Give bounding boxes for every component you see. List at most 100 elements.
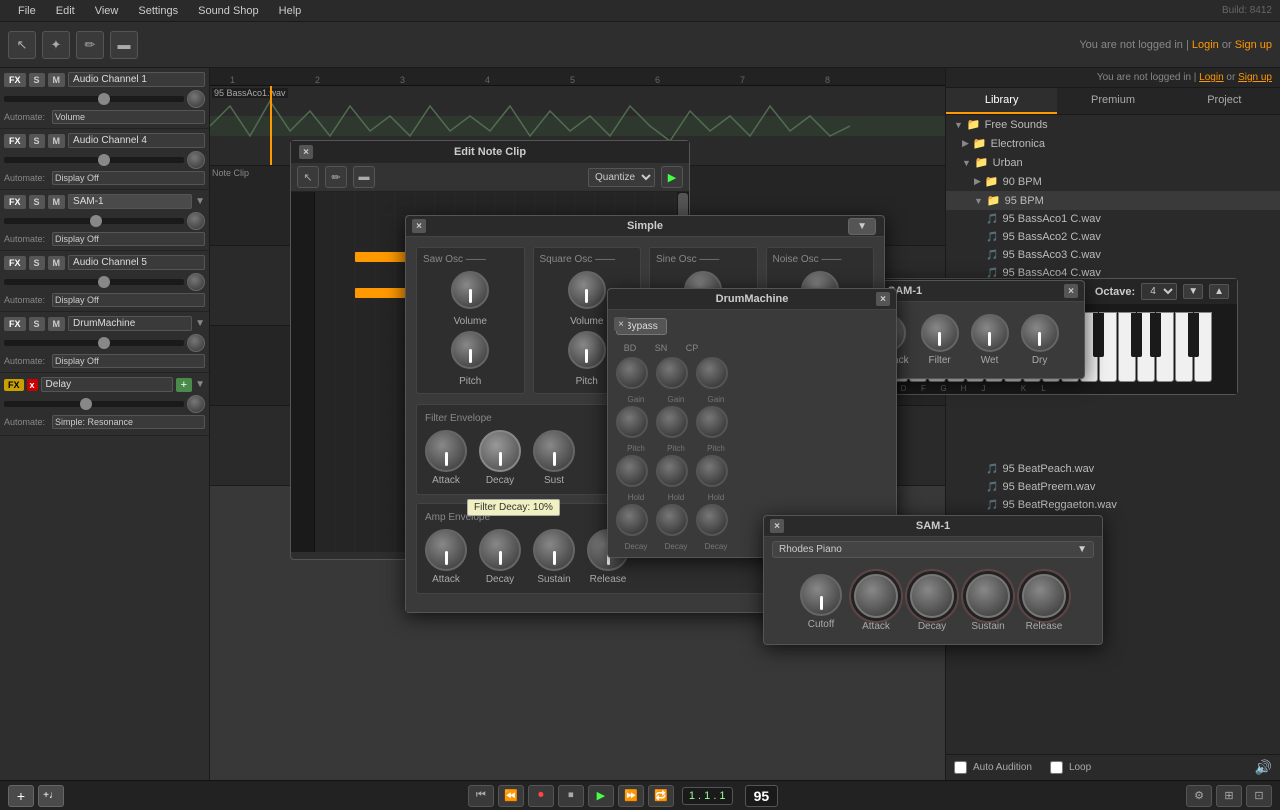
drum-fx-btn[interactable]: FX — [4, 317, 26, 331]
ch4-s-btn[interactable]: S — [29, 134, 45, 148]
transport-settings[interactable]: ⚙ — [1186, 785, 1212, 807]
simple-synth-close[interactable]: × — [412, 219, 426, 233]
ch4-m-btn[interactable]: M — [48, 134, 66, 148]
login-link-toolbar[interactable]: Login — [1192, 39, 1219, 51]
ch5-s-btn[interactable]: S — [29, 256, 45, 270]
note-tool-select[interactable]: ↖ — [297, 166, 319, 188]
sam1-fader[interactable] — [4, 218, 184, 224]
sam1-s-btn[interactable]: S — [29, 195, 45, 209]
dry-knob[interactable] — [1021, 314, 1059, 352]
octave-down-btn[interactable]: ▼ — [1183, 284, 1203, 299]
sam1-titlebar[interactable]: × SAM-1 — [764, 516, 1102, 537]
tree-file-1[interactable]: 🎵 95 BassAco1 C.wav — [946, 210, 1280, 228]
sam1-m-btn[interactable]: M — [48, 195, 66, 209]
delay-close[interactable]: × — [1064, 284, 1078, 298]
tree-beat-preem[interactable]: 🎵 95 BeatPreem.wav — [946, 478, 1280, 496]
sam1-close[interactable]: × — [770, 519, 784, 533]
menu-edit[interactable]: Edit — [46, 0, 85, 22]
ch5-fx-btn[interactable]: FX — [4, 256, 26, 270]
transport-rewind-start[interactable]: ⏮ — [468, 785, 494, 807]
menu-view[interactable]: View — [85, 0, 129, 22]
tab-library[interactable]: Library — [946, 88, 1057, 114]
transport-extra[interactable]: ⊡ — [1246, 785, 1272, 807]
tree-beat-reggaeton[interactable]: 🎵 95 BeatReggaeton.wav — [946, 496, 1280, 514]
note-play-btn[interactable]: ▶ — [661, 166, 683, 188]
simple-synth-titlebar[interactable]: × Simple ▼ — [406, 216, 884, 237]
tree-file-2[interactable]: 🎵 95 BassAco2 C.wav — [946, 228, 1280, 246]
ch5-name[interactable]: Audio Channel 5 — [68, 255, 205, 270]
amp-sustain-knob[interactable] — [533, 529, 575, 571]
ch4-name[interactable]: Audio Channel 4 — [68, 133, 205, 148]
ch5-m-btn[interactable]: M — [48, 256, 66, 270]
menu-help[interactable]: Help — [269, 0, 312, 22]
note-edit-titlebar[interactable]: × Edit Note Clip — [291, 141, 689, 163]
ch1-fader[interactable] — [4, 96, 184, 102]
tree-free-sounds[interactable]: ▼ 📁 Free Sounds — [946, 115, 1280, 134]
drum-sn-gain[interactable] — [656, 357, 688, 389]
fx-x-btn[interactable]: x — [27, 379, 38, 391]
sam1-vol-knob[interactable] — [187, 212, 205, 230]
library-login-link[interactable]: Login — [1199, 72, 1223, 83]
key-cs3[interactable] — [1131, 313, 1142, 357]
tree-95bpm[interactable]: ▼ 📁 95 BPM — [946, 191, 1280, 210]
menu-soundshop[interactable]: Sound Shop — [188, 0, 269, 22]
tool-bar-chart[interactable]: ▬ — [110, 31, 138, 59]
drum-s-btn[interactable]: S — [29, 317, 45, 331]
fx-arrow[interactable]: ▼ — [195, 379, 205, 390]
note-tool-pencil[interactable]: ✏ — [325, 166, 347, 188]
tree-electronica[interactable]: ▶ 📁 Electronica — [946, 134, 1280, 153]
menu-file[interactable]: File — [8, 0, 46, 22]
signup-link-toolbar[interactable]: Sign up — [1235, 39, 1272, 51]
ch5-fader[interactable] — [4, 279, 184, 285]
key-ds3[interactable] — [1150, 313, 1161, 357]
filter-knob-delay[interactable] — [921, 314, 959, 352]
transport-record[interactable]: ⏺ — [528, 785, 554, 807]
ch4-vol-knob[interactable] — [187, 151, 205, 169]
sam1-fx-btn[interactable]: FX — [4, 195, 26, 209]
drum-inner-close[interactable]: × — [614, 317, 628, 331]
tree-file-3[interactable]: 🎵 95 BassAco3 C.wav — [946, 246, 1280, 264]
fx-delay-name[interactable]: Delay — [41, 377, 173, 392]
tab-premium[interactable]: Premium — [1057, 88, 1168, 114]
amp-decay-knob[interactable] — [479, 529, 521, 571]
drum-sn-decay[interactable] — [656, 504, 688, 536]
fx-yellow-btn[interactable]: FX — [4, 379, 24, 391]
ch1-vol-knob[interactable] — [187, 90, 205, 108]
note-tool-bar[interactable]: ▬ — [353, 166, 375, 188]
drum-bd-hold[interactable] — [616, 455, 648, 487]
amp-attack-knob[interactable] — [425, 529, 467, 571]
transport-loop[interactable]: 🔁 — [648, 785, 674, 807]
drum-bd-gain[interactable] — [616, 357, 648, 389]
fx-add-btn[interactable]: + — [176, 378, 192, 392]
tree-beat-peach[interactable]: 🎵 95 BeatPeach.wav — [946, 460, 1280, 478]
octave-select[interactable]: 435 — [1141, 283, 1177, 300]
key-fs3[interactable] — [1188, 313, 1199, 357]
ch1-fx-btn[interactable]: FX — [4, 73, 26, 87]
quantize-select[interactable]: Quantize — [588, 168, 655, 187]
tool-pencil[interactable]: ✏ — [76, 31, 104, 59]
ch4-fader[interactable] — [4, 157, 184, 163]
square-vol-knob[interactable] — [568, 271, 606, 309]
loop-checkbox[interactable] — [1050, 761, 1063, 774]
ch5-vol-knob[interactable] — [187, 273, 205, 291]
sam1-decay-knob[interactable] — [910, 574, 954, 618]
drum-close[interactable]: × — [876, 292, 890, 306]
drum-cp-hold[interactable] — [696, 455, 728, 487]
key-as2[interactable] — [1093, 313, 1104, 357]
ch1-m-btn[interactable]: M — [48, 73, 66, 87]
tree-urban[interactable]: ▼ 📁 Urban — [946, 153, 1280, 172]
drum-name[interactable]: DrumMachine — [68, 316, 192, 331]
fx-vol-knob[interactable] — [187, 395, 205, 413]
note-edit-close[interactable]: × — [299, 145, 313, 159]
drum-cp-pitch[interactable] — [696, 406, 728, 438]
square-pitch-knob[interactable] — [568, 331, 606, 369]
auto-audition-checkbox[interactable] — [954, 761, 967, 774]
sam1-automate-select[interactable]: Display OffVolume — [52, 232, 205, 246]
key-f3[interactable] — [1175, 312, 1193, 382]
add-instrument-btn[interactable]: +♩ — [38, 785, 64, 807]
library-signup-link[interactable]: Sign up — [1238, 72, 1272, 83]
drum-automate-select[interactable]: Display OffVolume — [52, 354, 205, 368]
tab-project[interactable]: Project — [1169, 88, 1280, 114]
menu-settings[interactable]: Settings — [128, 0, 188, 22]
saw-vol-knob[interactable] — [451, 271, 489, 309]
